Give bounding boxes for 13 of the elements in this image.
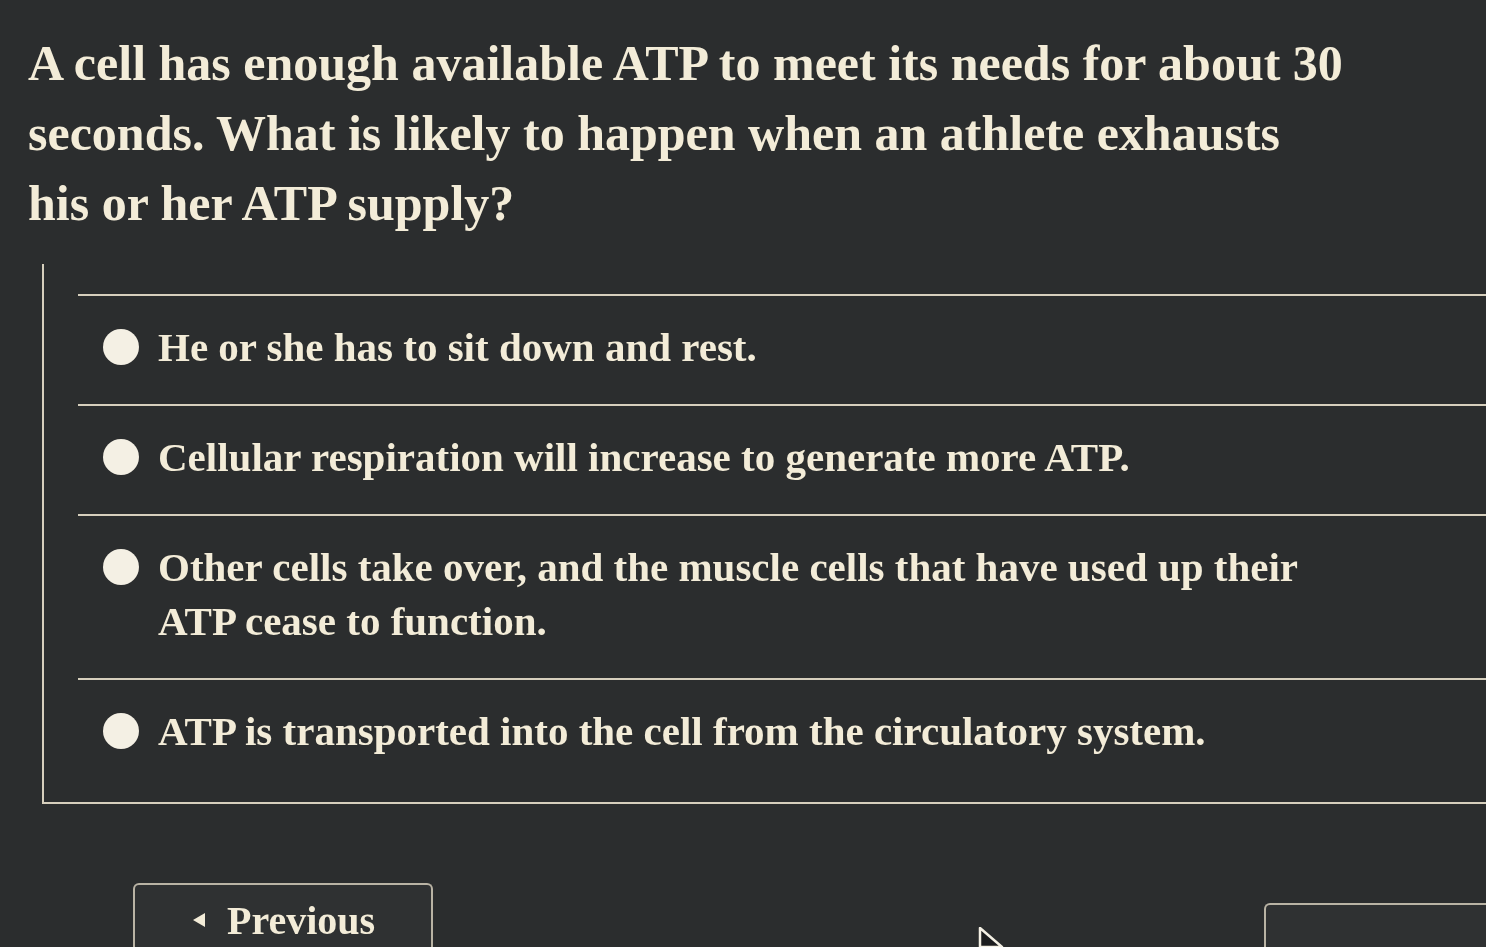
- radio-button[interactable]: [102, 712, 140, 750]
- cursor-icon: [978, 927, 1004, 947]
- answer-option[interactable]: ATP is transported into the cell from the circulatory system.: [158, 704, 1206, 758]
- answer-option[interactable]: Cellular respiration will increase to generate more ATP.: [158, 430, 1130, 484]
- previous-button[interactable]: Previous: [133, 883, 433, 947]
- radio-button[interactable]: [102, 438, 140, 476]
- radio-button[interactable]: [102, 328, 140, 366]
- next-button[interactable]: [1264, 903, 1486, 947]
- answer-option[interactable]: Other cells take over, and the muscle cells that have used up their ATP cease to function.: [158, 540, 1348, 648]
- question-text: A cell has enough available ATP to meet its needs for about 30 seconds. What is likely to happen when an athlete exhausts his or her ATP supply?: [27, 34, 1344, 233]
- caret-left-icon: [193, 913, 205, 927]
- answer-option[interactable]: He or she has to sit down and rest.: [158, 320, 757, 374]
- radio-button[interactable]: [102, 548, 140, 586]
